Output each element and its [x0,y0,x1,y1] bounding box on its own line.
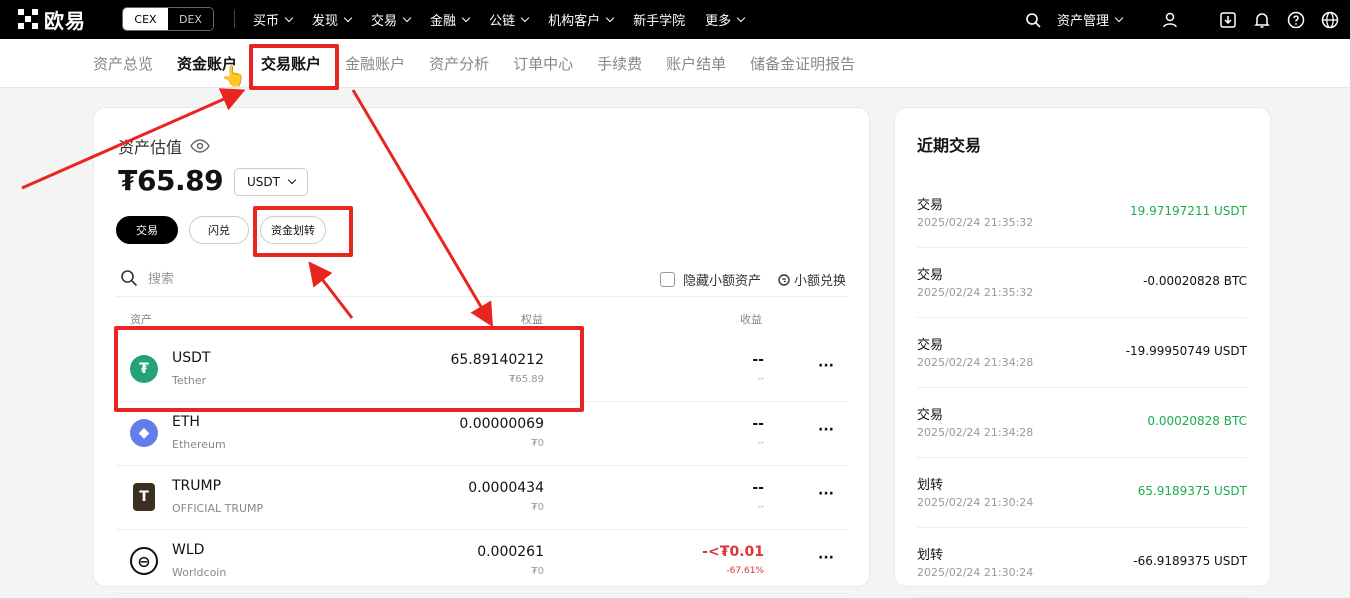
arrow-to-transfer [308,261,354,319]
arrow-to-tab [21,88,246,190]
annotation-arrows [21,88,494,328]
arrow-to-usdt [351,89,494,328]
